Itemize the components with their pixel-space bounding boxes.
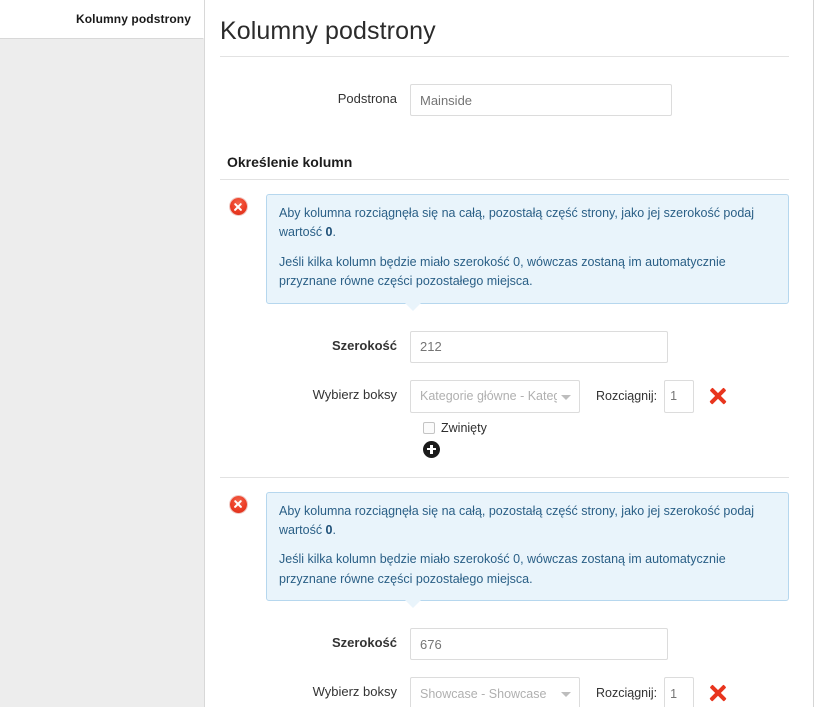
info-line-1-text-b: . — [332, 522, 336, 537]
boxes-select-row: Wybierz boksy Kategorie główne - Kategor… — [220, 379, 789, 413]
title-divider — [220, 56, 789, 57]
sidebar-tab-kolumny-podstrony[interactable]: Kolumny podstrony — [0, 0, 204, 39]
app-root: Kolumny podstrony Kolumny podstrony Pods… — [0, 0, 814, 707]
column-block: Aby kolumna rozciągnęła się na całą, poz… — [220, 180, 789, 478]
info-line-1-text-b: . — [332, 225, 336, 240]
chevron-down-icon — [561, 692, 571, 697]
remove-circle-x-icon[interactable] — [230, 495, 247, 513]
column-info-row: Aby kolumna rozciągnęła się na całą, poz… — [220, 478, 789, 608]
info-line-1: Aby kolumna rozciągnęła się na całą, poz… — [279, 204, 776, 243]
select-boxes-label: Wybierz boksy — [312, 684, 397, 699]
boxes-select[interactable]: Showcase - Showcase — [410, 677, 580, 707]
select-boxes-label: Wybierz boksy — [312, 386, 397, 402]
width-field-row: Szerokość — [220, 628, 789, 660]
info-line-1-text-a: Aby kolumna rozciągnęła się na całą, poz… — [279, 503, 755, 537]
remove-circle-x-icon[interactable] — [230, 198, 247, 215]
stretch-label: Rozciągnij: — [596, 686, 658, 700]
width-input[interactable] — [410, 330, 668, 363]
width-label: Szerokość — [331, 337, 397, 353]
width-input[interactable] — [410, 628, 668, 660]
info-line-1-text-a: Aby kolumna rozciągnęła się na całą, poz… — [279, 206, 755, 240]
subpage-label: Podstrona — [337, 91, 397, 106]
subpage-input[interactable] — [410, 84, 672, 116]
boxes-select[interactable]: Kategorie główne - Kategori — [410, 379, 580, 413]
add-box-row — [423, 440, 789, 463]
info-line-1-bold: 0 — [325, 522, 333, 537]
boxes-select-row: Wybierz boksy Showcase - Showcase Rozcią… — [220, 677, 789, 707]
info-box-tail — [405, 301, 421, 311]
stretch-input[interactable] — [664, 379, 695, 413]
column-block: Aby kolumna rozciągnęła się na całą, poz… — [220, 478, 789, 707]
red-cross-delete-icon[interactable] — [707, 385, 729, 407]
sidebar: Kolumny podstrony — [0, 0, 205, 707]
boxes-select-value: Kategorie główne - Kategori — [420, 389, 557, 403]
collapsed-label: Zwinięty — [441, 420, 487, 435]
page-title: Kolumny podstrony — [220, 17, 436, 45]
width-field-row: Szerokość — [220, 330, 789, 363]
stretch-input[interactable] — [664, 677, 695, 707]
add-plus-circle-icon[interactable] — [423, 440, 440, 458]
red-cross-delete-icon[interactable] — [707, 682, 729, 704]
info-line-1: Aby kolumna rozciągnęła się na całą, poz… — [279, 502, 776, 541]
boxes-select-value: Showcase - Showcase — [420, 686, 547, 701]
section-heading-okreslenie-kolumn: Określenie kolumn — [227, 154, 353, 170]
info-line-2: Jeśli kilka kolumn będzie miało szerokoś… — [279, 254, 726, 289]
info-tooltip-box: Aby kolumna rozciągnęła się na całą, poz… — [266, 491, 789, 608]
info-box-tail — [405, 599, 421, 608]
column-info-row: Aby kolumna rozciągnęła się na całą, poz… — [220, 180, 789, 311]
info-tooltip-box: Aby kolumna rozciągnęła się na całą, poz… — [266, 194, 789, 311]
collapsed-checkbox-row: Zwinięty — [423, 421, 789, 435]
main-content: Kolumny podstrony Podstrona Określenie k… — [205, 0, 814, 707]
info-line-1-bold: 0 — [325, 225, 333, 240]
subpage-field-row: Podstrona — [220, 84, 789, 116]
width-label: Szerokość — [331, 635, 397, 650]
chevron-down-icon — [561, 394, 571, 400]
info-line-2: Jeśli kilka kolumn będzie miało szerokoś… — [279, 552, 726, 586]
stretch-label: Rozciągnij: — [596, 388, 658, 403]
sidebar-tab-label: Kolumny podstrony — [75, 12, 191, 26]
collapsed-checkbox[interactable] — [423, 421, 435, 434]
